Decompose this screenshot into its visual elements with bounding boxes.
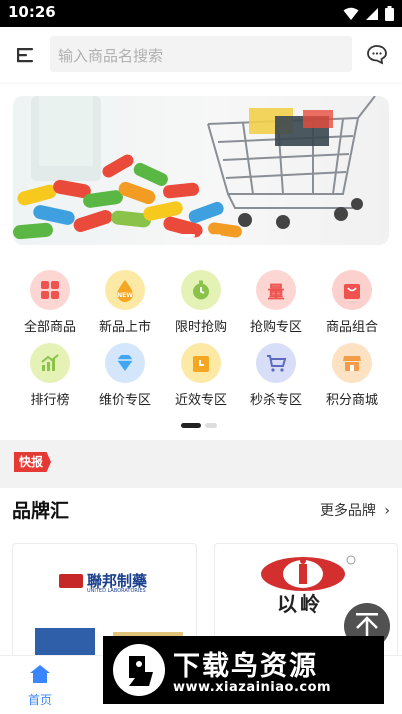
news-badge: 快报 <box>14 452 52 472</box>
search-placeholder: 输入商品名搜索 <box>58 47 164 65</box>
category-label: 商品组合 <box>325 320 378 335</box>
category-item[interactable]: 量 抢购专区 <box>238 270 314 335</box>
promo-banner[interactable] <box>13 96 389 245</box>
calendar-icon <box>181 343 221 383</box>
brands-title: 品牌汇 <box>12 500 70 522</box>
category-row-2: 排行榜 维价专区 近效专区 秒杀专区 积分商城 <box>0 343 402 413</box>
category-label: 新品上市 <box>98 320 151 335</box>
category-item[interactable]: NEW 新品上市 <box>87 270 163 335</box>
signal-icon <box>366 7 378 20</box>
brand-logo-text: 以岭 <box>277 592 323 616</box>
status-bar: 10:26 <box>0 0 402 27</box>
watermark-overlay: 下载鸟资源 www.xiazainiao.com <box>103 636 384 704</box>
category-row-1: 全部商品 NEW 新品上市 限时抢购 量 抢购专区 商品组合 <box>0 270 402 340</box>
more-brands-label: 更多品牌 <box>319 503 376 519</box>
category-item[interactable]: 排行榜 <box>12 343 88 408</box>
category-label: 排行榜 <box>30 393 70 408</box>
diamond-icon <box>105 343 145 383</box>
category-item[interactable]: 商品组合 <box>314 270 390 335</box>
watermark-url: www.xiazainiao.com <box>173 680 332 695</box>
more-brands-link[interactable]: 更多品牌 › <box>320 500 390 520</box>
category-item[interactable]: 限时抢购 <box>163 270 239 335</box>
status-icons <box>343 6 394 21</box>
banner-indicator <box>13 234 389 237</box>
chart-icon <box>30 343 70 383</box>
svg-text:NEW: NEW <box>117 292 133 299</box>
category-item[interactable]: 近效专区 <box>163 343 239 408</box>
banner-image <box>13 96 376 240</box>
bag-icon <box>332 270 372 310</box>
category-label: 维价专区 <box>98 393 151 408</box>
wifi-icon <box>343 7 359 20</box>
category-item[interactable]: 秒杀专区 <box>238 343 314 408</box>
brand-logo-subtext: UNITED LABORATORIES <box>87 588 146 594</box>
category-label: 全部商品 <box>23 320 76 335</box>
cart-icon <box>256 343 296 383</box>
category-label: 秒杀专区 <box>249 393 302 408</box>
category-label: 近效专区 <box>174 393 227 408</box>
status-time: 10:26 <box>8 3 56 21</box>
message-icon[interactable] <box>366 43 388 65</box>
menu-icon[interactable] <box>14 44 36 66</box>
category-page-indicator <box>181 423 217 428</box>
category-item[interactable]: 积分商城 <box>314 343 390 408</box>
new-icon: NEW <box>105 270 145 310</box>
tab-home[interactable]: 首页 <box>18 664 62 708</box>
home-icon <box>30 665 50 683</box>
category-label: 抢购专区 <box>249 320 302 335</box>
stopwatch-icon <box>181 270 221 310</box>
quantity-icon: 量 <box>256 270 296 310</box>
category-item[interactable]: 维价专区 <box>87 343 163 408</box>
tab-home-label: 首页 <box>27 693 52 707</box>
search-input[interactable]: 输入商品名搜索 <box>50 36 352 72</box>
chevron-right-icon: › <box>384 503 390 519</box>
watermark-text: 下载鸟资源 <box>173 651 318 682</box>
category-item[interactable]: 全部商品 <box>12 270 88 335</box>
news-strip[interactable]: 快报 <box>0 440 402 488</box>
battery-icon <box>385 6 394 21</box>
category-label: 限时抢购 <box>174 320 227 335</box>
grid-icon <box>30 270 70 310</box>
category-label: 积分商城 <box>325 393 378 408</box>
top-bar: 输入商品名搜索 <box>0 27 402 82</box>
store-icon <box>332 343 372 383</box>
bird-logo-icon <box>113 644 165 696</box>
